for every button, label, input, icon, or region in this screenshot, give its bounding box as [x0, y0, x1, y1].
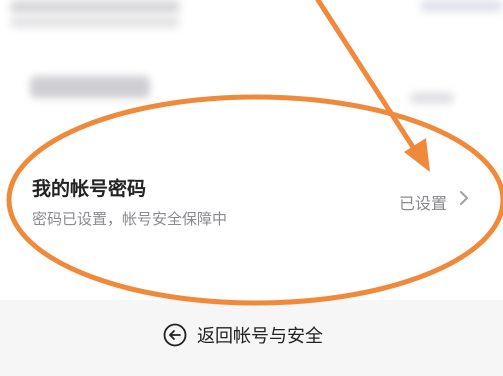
obscured-row-value: [420, 0, 503, 12]
obscured-row-text: [10, 0, 180, 14]
password-status-value: 已设置: [399, 194, 448, 213]
account-password-description: 密码已设置，帐号安全保障中: [32, 210, 228, 228]
account-password-title: 我的帐号密码: [32, 178, 147, 200]
obscured-row-value: [410, 92, 454, 104]
settings-card: 我的帐号密码 密码已设置，帐号安全保障中 已设置: [0, 0, 503, 300]
chevron-right-icon[interactable]: [458, 189, 470, 212]
obscured-row-title: [30, 76, 150, 98]
back-arrow-circle-icon: [163, 323, 187, 347]
obscured-row-text: [10, 16, 180, 28]
back-link-label: 返回帐号与安全: [197, 326, 323, 347]
back-to-account-security-link[interactable]: 返回帐号与安全: [163, 320, 323, 350]
